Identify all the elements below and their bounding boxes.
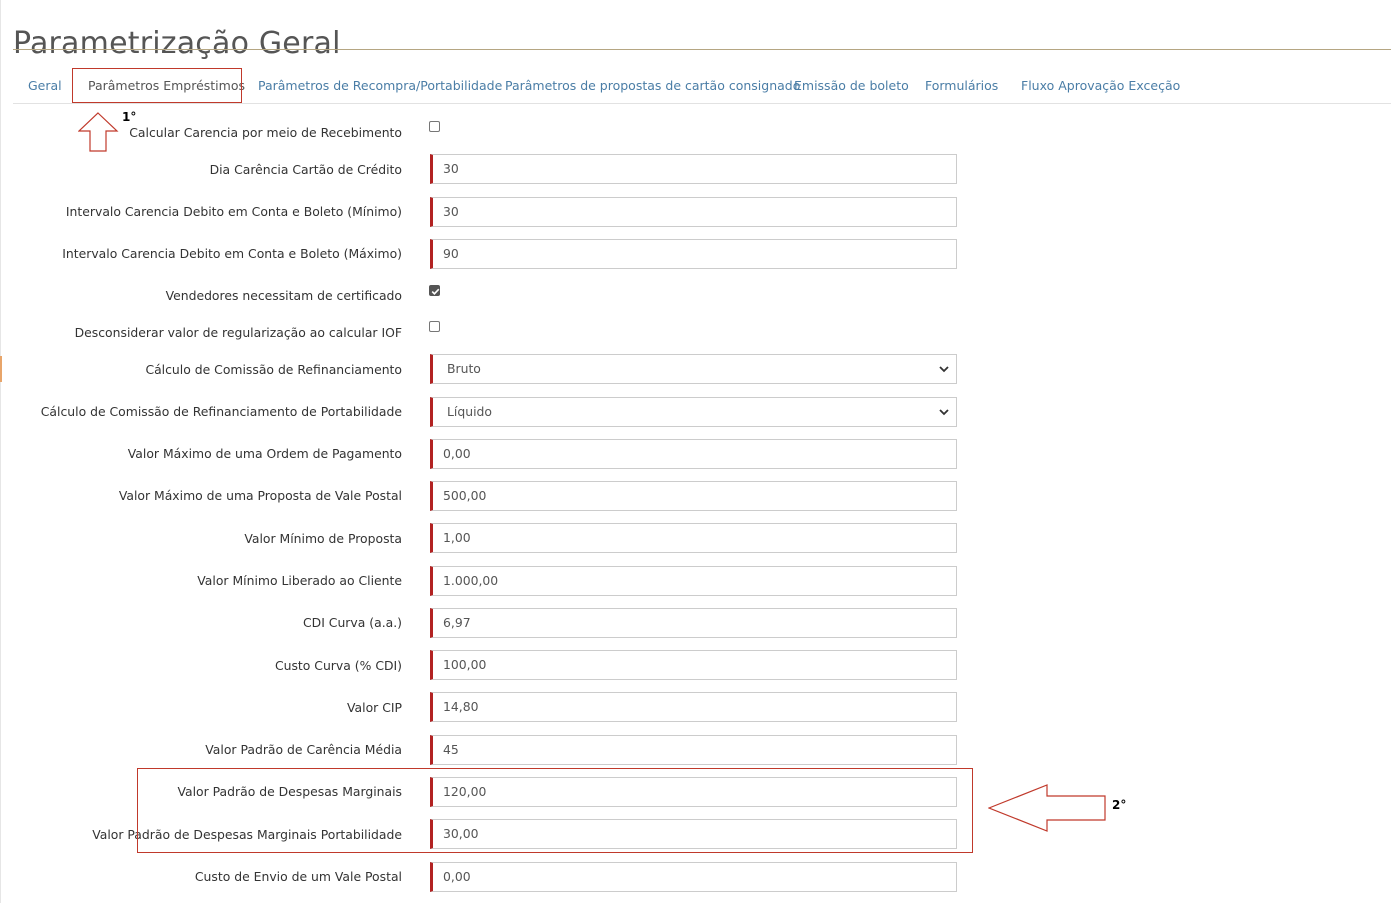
left-arrow-icon	[988, 784, 1106, 832]
label-valor-maximo-ordem-pagamento: Valor Máximo de uma Ordem de Pagamento	[127, 446, 402, 461]
chevron-down-icon	[939, 366, 949, 373]
input-custo-envio-vale-postal[interactable]: 0,00	[430, 862, 957, 892]
label-intervalo-carencia-minimo: Intervalo Carencia Debito em Conta e Bol…	[65, 204, 402, 219]
select-value: Líquido	[447, 404, 492, 419]
label-valor-padrao-carencia-media: Valor Padrão de Carência Média	[205, 742, 402, 757]
label-valor-minimo-liberado: Valor Mínimo Liberado ao Cliente	[197, 573, 402, 588]
input-cdi-curva[interactable]: 6,97	[430, 608, 957, 638]
input-intervalo-carencia-maximo[interactable]: 90	[430, 239, 957, 269]
title-divider	[13, 49, 1391, 50]
input-valor-minimo-proposta[interactable]: 1,00	[430, 523, 957, 553]
tab-emissao-boleto[interactable]: Emissão de boleto	[794, 78, 909, 93]
input-dia-carencia-cartao[interactable]: 30	[430, 154, 957, 184]
tabs-divider	[13, 103, 1391, 104]
input-valor-padrao-carencia-media[interactable]: 45	[430, 735, 957, 765]
label-cdi-curva: CDI Curva (a.a.)	[303, 615, 402, 630]
left-border	[0, 0, 1, 903]
label-dia-carencia-cartao: Dia Carência Cartão de Crédito	[209, 162, 402, 177]
label-intervalo-carencia-maximo: Intervalo Carencia Debito em Conta e Bol…	[62, 246, 402, 261]
tab-formularios[interactable]: Formulários	[925, 78, 998, 93]
select-calculo-comissao-refinanciamento[interactable]: Bruto	[430, 354, 957, 384]
input-valor-maximo-ordem-pagamento[interactable]: 0,00	[430, 439, 957, 469]
checkbox-vendedores-certificado[interactable]	[429, 285, 440, 296]
annotation-step-2: 2°	[1112, 798, 1127, 812]
label-valor-cip: Valor CIP	[347, 700, 402, 715]
input-valor-minimo-liberado[interactable]: 1.000,00	[430, 566, 957, 596]
annotation-box-tab	[72, 68, 242, 103]
chevron-down-icon	[939, 409, 949, 416]
checkbox-calcular-carencia[interactable]	[429, 121, 440, 132]
input-custo-curva[interactable]: 100,00	[430, 650, 957, 680]
annotation-box-despesas	[137, 768, 973, 853]
label-calcular-carencia: Calcular Carencia por meio de Recebiment…	[129, 125, 402, 140]
input-valor-cip[interactable]: 14,80	[430, 692, 957, 722]
tab-recompra-portabilidade[interactable]: Parâmetros de Recompra/Portabilidade	[258, 78, 502, 93]
label-valor-minimo-proposta: Valor Mínimo de Proposta	[244, 531, 402, 546]
left-accent-mark	[0, 356, 2, 382]
checkbox-desconsiderar-regularizacao[interactable]	[429, 321, 440, 332]
up-arrow-icon	[78, 112, 119, 152]
checkmark-icon	[431, 288, 440, 295]
label-calculo-comissao-refinanciamento: Cálculo de Comissão de Refinanciamento	[145, 362, 402, 377]
select-calculo-comissao-portabilidade[interactable]: Líquido	[430, 397, 957, 427]
input-valor-maximo-vale-postal[interactable]: 500,00	[430, 481, 957, 511]
annotation-step-1: 1°	[122, 110, 137, 124]
tab-cartao-consignado[interactable]: Parâmetros de propostas de cartão consig…	[505, 78, 800, 93]
tab-geral[interactable]: Geral	[28, 78, 62, 93]
page-title: Parametrização Geral	[13, 26, 341, 62]
label-vendedores-certificado: Vendedores necessitam de certificado	[165, 288, 402, 303]
input-intervalo-carencia-minimo[interactable]: 30	[430, 197, 957, 227]
select-value: Bruto	[447, 361, 481, 376]
label-valor-maximo-vale-postal: Valor Máximo de uma Proposta de Vale Pos…	[118, 488, 402, 503]
label-desconsiderar-regularizacao: Desconsiderar valor de regularização ao …	[74, 325, 402, 340]
label-calculo-comissao-portabilidade: Cálculo de Comissão de Refinanciamento d…	[40, 404, 402, 419]
tab-fluxo-aprovacao-excecao[interactable]: Fluxo Aprovação Exceção	[1021, 78, 1180, 93]
label-custo-curva: Custo Curva (% CDI)	[274, 658, 402, 673]
label-custo-envio-vale-postal: Custo de Envio de um Vale Postal	[194, 869, 402, 884]
